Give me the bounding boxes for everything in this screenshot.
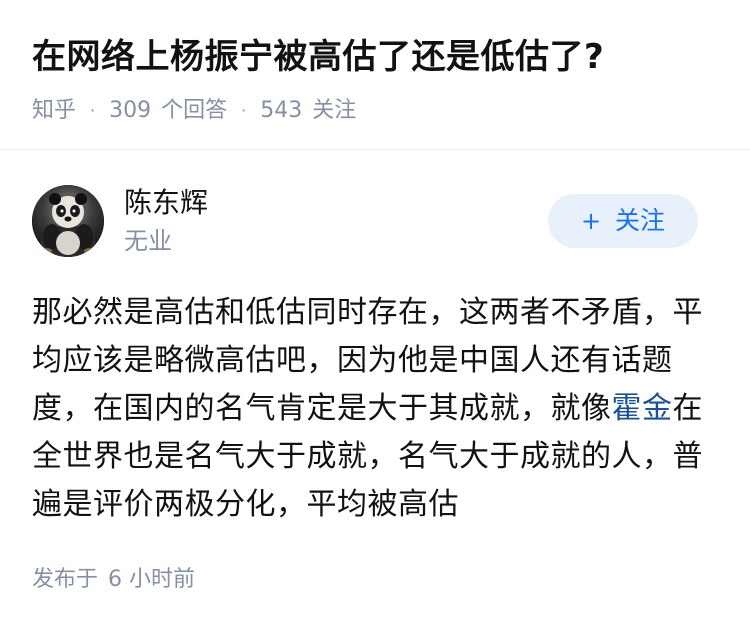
author-bio: 无业 — [124, 227, 172, 255]
source-label[interactable]: 知乎 — [32, 96, 76, 126]
panda-avatar-icon — [32, 185, 104, 257]
timestamp-value: 6 小时前 — [108, 567, 196, 592]
answer-timestamp: 发布于 6 小时前 — [32, 565, 195, 595]
author-info: 陈东辉 无业 — [124, 185, 208, 257]
answer-card: 陈东辉 无业 + 关注 那必然是高估和低估同时存在，这两者不矛盾，平均应该是略微… — [0, 151, 750, 630]
followers-label[interactable]: 关注 — [312, 96, 356, 126]
answer-author: 陈东辉 无业 — [32, 185, 208, 257]
answers-count: 309 — [109, 98, 152, 123]
question-meta: 知乎 · 309 个回答 · 543 关注 — [32, 96, 718, 126]
follow-button-label: 关注 — [615, 206, 666, 235]
answer-text-part1: 那必然是高估和低估同时存在，这两者不矛盾，平均应该是略微高估吧，因为他是中国人还… — [32, 295, 703, 426]
topic-link-hawking[interactable]: 霍金 — [612, 391, 673, 426]
follow-button[interactable]: + 关注 — [548, 194, 698, 248]
avatar[interactable] — [32, 185, 104, 257]
author-name[interactable]: 陈东辉 — [124, 185, 208, 221]
answers-label[interactable]: 个回答 — [161, 96, 227, 126]
answer-content: 那必然是高估和低估同时存在，这两者不矛盾，平均应该是略微高估吧，因为他是中国人还… — [32, 289, 704, 529]
question-title[interactable]: 在网络上杨振宁被高估了还是低估了? — [32, 34, 718, 80]
timestamp-prefix: 发布于 — [32, 567, 99, 592]
question-header: 在网络上杨振宁被高估了还是低估了? 知乎 · 309 个回答 · 543 关注 — [0, 0, 750, 150]
plus-icon: + — [580, 207, 602, 235]
followers-count: 543 — [260, 98, 303, 123]
meta-separator: · — [241, 101, 247, 120]
meta-separator: · — [90, 101, 96, 120]
